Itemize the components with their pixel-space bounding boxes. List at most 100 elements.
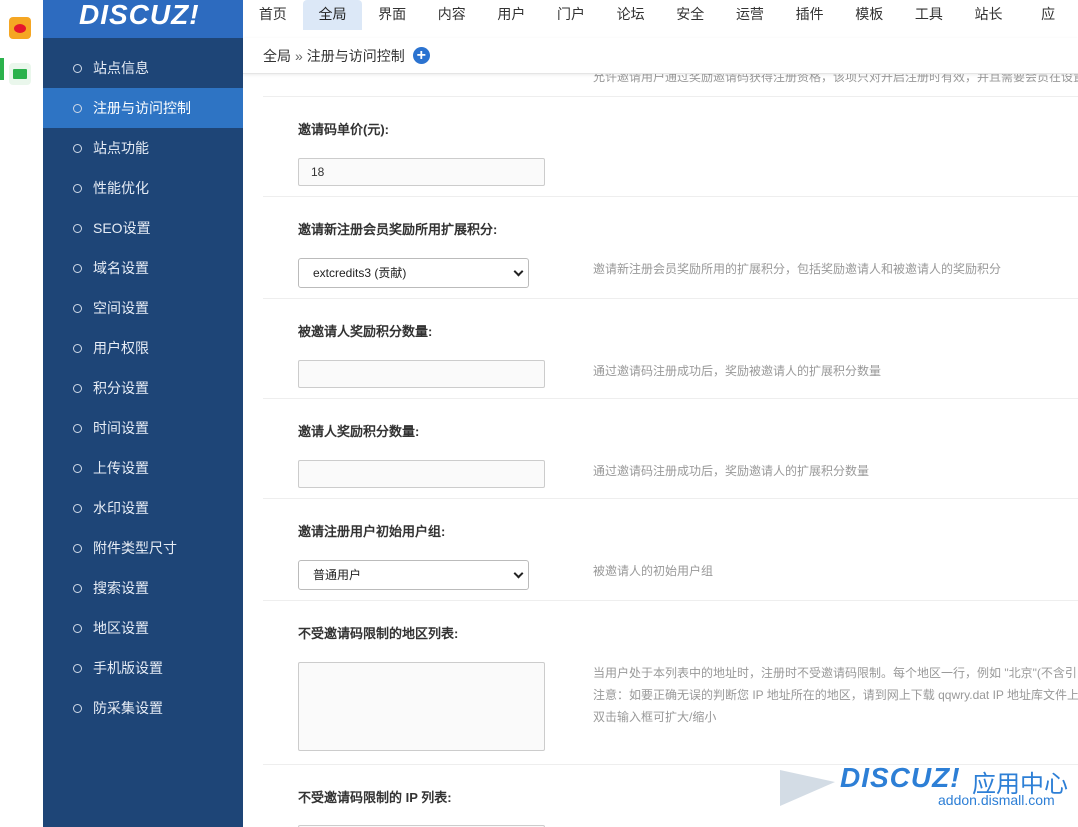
sidebar-item-label: 域名设置 <box>93 260 149 276</box>
plus-icon[interactable]: + <box>412 47 430 64</box>
sidebar-item[interactable]: 时间设置 <box>43 408 243 448</box>
setting-row-price: 邀请码单价(元): 18 <box>263 97 1078 197</box>
sidebar-item[interactable]: 站点信息 <box>43 48 243 88</box>
circle-bullet-icon <box>73 183 82 193</box>
sidebar-item[interactable]: 地区设置 <box>43 608 243 648</box>
nav-tab[interactable]: 应 <box>1018 0 1078 30</box>
sidebar-item-label: 站点信息 <box>93 60 149 76</box>
circle-bullet-icon <box>73 543 82 553</box>
discuz-logo[interactable]: DISCUZ! <box>43 0 243 38</box>
sidebar-item[interactable]: 搜索设置 <box>43 568 243 608</box>
sidebar-item[interactable]: 用户权限 <box>43 328 243 368</box>
nav-tab[interactable]: 站长 <box>959 0 1019 30</box>
breadcrumb-current: 注册与访问控制 <box>306 47 405 64</box>
setting-row-invitee-reward: 被邀请人奖励积分数量: 通过邀请码注册成功后，奖励被邀请人的扩展积分数量 <box>263 299 1078 399</box>
nav-tab[interactable]: 界面 <box>362 0 422 30</box>
circle-bullet-icon <box>73 223 82 233</box>
nav-tab[interactable]: 内容 <box>422 0 482 30</box>
region-list-desc-1: 当用户处于本列表中的地址时，注册时不受邀请码限制。每个地区一行，例如 "北京"(… <box>593 666 1077 680</box>
invitee-reward-input[interactable] <box>298 360 545 388</box>
nav-tab[interactable]: 用户 <box>482 0 542 30</box>
discuz-watermark: DISCUZ! 应用中心 addon.dismall.com <box>780 762 1070 812</box>
chevron-down-icon <box>513 568 524 579</box>
sidebar-item-label: 防采集设置 <box>93 700 163 716</box>
active-indicator <box>0 58 4 80</box>
sidebar-item-label: SEO设置 <box>93 220 151 236</box>
sidebar-item[interactable]: 性能优化 <box>43 168 243 208</box>
circle-bullet-icon <box>73 583 82 593</box>
price-input[interactable]: 18 <box>298 158 545 186</box>
sidebar-item[interactable]: 站点功能 <box>43 128 243 168</box>
initial-group-label: 邀请注册用户初始用户组: <box>298 524 446 539</box>
nav-tab[interactable]: 安全 <box>660 0 720 30</box>
mail-icon[interactable] <box>9 63 31 85</box>
breadcrumb-separator: » <box>295 47 303 64</box>
sidebar-item[interactable]: 域名设置 <box>43 248 243 288</box>
invitee-reward-desc: 通过邀请码注册成功后，奖励被邀请人的扩展积分数量 <box>593 364 882 378</box>
region-list-desc-2: 注意：如要正确无误的判断您 IP 地址所在的地区，请到网上下载 qqwry.da… <box>593 688 1078 702</box>
sidebar-item-label: 空间设置 <box>93 300 149 316</box>
credit-type-label: 邀请新注册会员奖励所用扩展积分: <box>298 222 498 237</box>
setting-row-region-list: 不受邀请码限制的地区列表: 当用户处于本列表中的地址时，注册时不受邀请码限制。每… <box>263 601 1078 765</box>
browser-left-strip <box>0 0 43 827</box>
sidebar-item[interactable]: 注册与访问控制 <box>43 88 243 128</box>
circle-bullet-icon <box>73 263 82 273</box>
sidebar-item[interactable]: 水印设置 <box>43 488 243 528</box>
nav-tab[interactable]: 首页 <box>243 0 303 30</box>
nav-tab[interactable]: 运营 <box>720 0 780 30</box>
nav-tab[interactable]: 模板 <box>839 0 899 30</box>
settings-form: 允许邀请用户通过奖励邀请码获得注册资格，该项只对开启注册时有效，并且需要会员在设… <box>263 74 1078 827</box>
sidebar: DISCUZ! 站点信息注册与访问控制站点功能性能优化 SEO设置域名设置空间设置… <box>43 0 243 827</box>
sidebar-item[interactable]: 积分设置 <box>43 368 243 408</box>
inviter-reward-input[interactable] <box>298 460 545 488</box>
nav-tab[interactable]: 论坛 <box>601 0 661 30</box>
price-label: 邀请码单价(元): <box>298 122 389 137</box>
breadcrumb-root[interactable]: 全局 <box>263 46 291 66</box>
initial-group-selected: 普通用户 <box>313 568 362 582</box>
sidebar-item-label: 用户权限 <box>93 340 149 356</box>
nav-tab[interactable]: 全局 <box>302 0 363 30</box>
sidebar-item-label: 搜索设置 <box>93 580 149 596</box>
circle-bullet-icon <box>73 143 82 153</box>
paper-plane-icon <box>780 770 835 806</box>
sidebar-item[interactable]: 空间设置 <box>43 288 243 328</box>
invitee-reward-label: 被邀请人奖励积分数量: <box>298 324 433 339</box>
nav-tab[interactable]: 插件 <box>780 0 840 30</box>
credit-type-desc: 邀请新注册会员奖励所用的扩展积分，包括奖励邀请人和被邀请人的奖励积分 <box>593 262 1002 276</box>
sidebar-item-label: 手机版设置 <box>93 660 163 676</box>
sidebar-item-label: 上传设置 <box>93 460 149 476</box>
setting-row-partial: 允许邀请用户通过奖励邀请码获得注册资格，该项只对开启注册时有效，并且需要会员在设… <box>263 74 1078 97</box>
sidebar-item[interactable]: 附件类型尺寸 <box>43 528 243 568</box>
sidebar-item-label: 附件类型尺寸 <box>93 540 177 556</box>
circle-bullet-icon <box>73 343 82 353</box>
sidebar-item-label: 注册与访问控制 <box>93 100 191 116</box>
circle-bullet-icon <box>73 303 82 313</box>
circle-bullet-icon <box>73 463 82 473</box>
sidebar-item-label: 时间设置 <box>93 420 149 436</box>
nav-tab[interactable]: 工具 <box>899 0 959 30</box>
circle-bullet-icon <box>73 623 82 633</box>
circle-bullet-icon <box>73 103 82 113</box>
sidebar-item-label: 积分设置 <box>93 380 149 396</box>
sidebar-item-label: 性能优化 <box>93 180 149 196</box>
weibo-icon[interactable] <box>9 17 31 39</box>
sidebar-item[interactable]: SEO设置 <box>43 208 243 248</box>
sidebar-item[interactable]: 手机版设置 <box>43 648 243 688</box>
credit-type-select[interactable]: extcredits3 (贡献) <box>298 258 529 288</box>
watermark-logo: DISCUZ! <box>840 762 961 793</box>
sidebar-item-label: 水印设置 <box>93 500 149 516</box>
region-list-textarea[interactable] <box>298 662 545 751</box>
setting-description: 允许邀请用户通过奖励邀请码获得注册资格，该项只对开启注册时有效，并且需要会员在设… <box>593 74 1078 84</box>
setting-row-credit-type: 邀请新注册会员奖励所用扩展积分: extcredits3 (贡献) 邀请新注册会… <box>263 197 1078 299</box>
nav-tab[interactable]: 门户 <box>541 0 601 30</box>
initial-group-select[interactable]: 普通用户 <box>298 560 529 590</box>
sidebar-item[interactable]: 防采集设置 <box>43 688 243 728</box>
inviter-reward-label: 邀请人奖励积分数量: <box>298 424 420 439</box>
sidebar-menu: 站点信息注册与访问控制站点功能性能优化 SEO设置域名设置空间设置用户权限积分设置… <box>43 48 243 728</box>
sidebar-item[interactable]: 上传设置 <box>43 448 243 488</box>
circle-bullet-icon <box>73 663 82 673</box>
watermark-url: addon.dismall.com <box>938 792 1055 808</box>
sidebar-item-label: 地区设置 <box>93 620 149 636</box>
setting-row-inviter-reward: 邀请人奖励积分数量: 通过邀请码注册成功后，奖励邀请人的扩展积分数量 <box>263 399 1078 499</box>
circle-bullet-icon <box>73 503 82 513</box>
